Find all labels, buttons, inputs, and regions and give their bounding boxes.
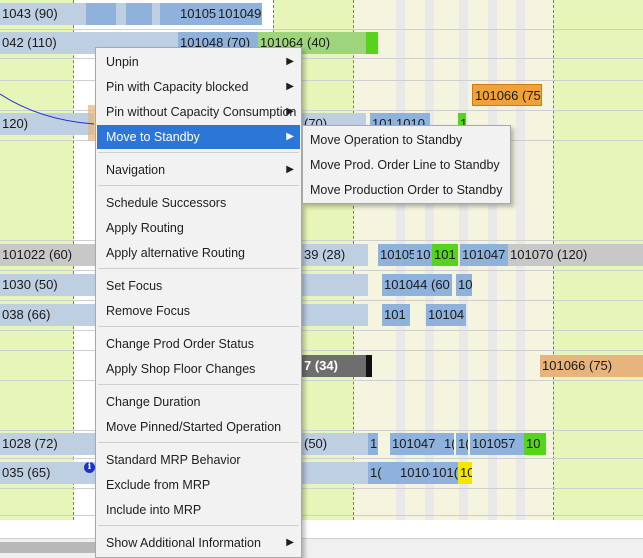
operation-bar[interactable] (152, 3, 160, 25)
dependency-link (0, 93, 95, 125)
operation-bar[interactable]: 035 (65) (0, 462, 96, 484)
operation-bar[interactable]: 101044 (60 (382, 274, 452, 296)
operation-bar[interactable] (302, 304, 368, 326)
menu-separator (98, 185, 299, 186)
menu-separator (98, 384, 299, 385)
operation-bar[interactable]: 1043 (90) (0, 3, 86, 25)
operation-bar[interactable]: 1( (368, 433, 378, 455)
menu-item-change-duration[interactable]: Change Duration (97, 390, 300, 414)
operation-bar[interactable]: 101022 (60) (0, 244, 96, 266)
operation-bar[interactable]: 101( (430, 462, 458, 484)
menu-item-remove-focus[interactable]: Remove Focus (97, 299, 300, 323)
menu-separator (98, 326, 299, 327)
menu-item-exclude-mrp[interactable]: Exclude from MRP (97, 473, 300, 497)
operation-bar[interactable]: 1( (456, 433, 468, 455)
operation-bar[interactable]: 101066 (75) (540, 355, 643, 377)
menu-item-label: Show Additional Information (106, 536, 261, 550)
standby-submenu: Move Operation to Standby Move Prod. Ord… (302, 125, 511, 204)
menu-item-navigation[interactable]: Navigation ▶ (97, 158, 300, 182)
operation-bar[interactable]: 101047 (390, 433, 442, 455)
operation-bar[interactable]: 10 (458, 462, 472, 484)
menu-separator (98, 152, 299, 153)
menu-item-label: Pin without Capacity Consumption (106, 105, 297, 119)
operation-bar[interactable]: 10 (414, 244, 432, 266)
operation-bar[interactable]: 101057 (470, 433, 524, 455)
context-menu: Unpin ▶ Pin with Capacity blocked ▶ Pin wi… (95, 47, 302, 558)
operation-bar[interactable]: 10104 (398, 462, 430, 484)
operation-bar[interactable]: 39 (28) (302, 244, 368, 266)
menu-item-apply-alternative-routing[interactable]: Apply alternative Routing (97, 241, 300, 265)
chevron-right-icon: ▶ (286, 164, 294, 175)
chevron-right-icon: ▶ (286, 537, 294, 548)
chevron-right-icon: ▶ (286, 106, 294, 117)
operation-bar[interactable] (160, 3, 178, 25)
menu-item-move-pinned-started[interactable]: Move Pinned/Started Operation (97, 415, 300, 439)
menu-item-standard-mrp[interactable]: Standard MRP Behavior (97, 448, 300, 472)
menu-separator (98, 268, 299, 269)
operation-bar[interactable] (302, 274, 368, 296)
operation-bar[interactable]: 1( (368, 462, 398, 484)
submenu-item-move-prod-order-line[interactable]: Move Prod. Order Line to Standby (304, 153, 509, 177)
operation-bar[interactable] (86, 3, 116, 25)
menu-item-label: Navigation (106, 163, 166, 177)
operation-bar[interactable] (302, 462, 368, 484)
operation-bar[interactable]: 10105 (378, 244, 414, 266)
info-icon[interactable]: i (84, 462, 95, 473)
operation-bar[interactable]: 101070 (120) (508, 244, 643, 266)
operation-bar[interactable]: 038 (66) (0, 304, 96, 326)
operation-bar[interactable]: 1( (442, 433, 454, 455)
menu-item-apply-shop-floor-changes[interactable]: Apply Shop Floor Changes (97, 357, 300, 381)
menu-item-label: Move to Standby (106, 130, 200, 144)
operation-bar[interactable]: 1030 (50) (0, 274, 96, 296)
chevron-right-icon: ▶ (286, 56, 294, 67)
operation-bar[interactable]: 1028 (72) (0, 433, 96, 455)
operation-bar[interactable]: 101066 (75 (472, 84, 542, 106)
operation-bar[interactable] (366, 32, 378, 54)
menu-item-include-mrp[interactable]: Include into MRP (97, 498, 300, 522)
operation-bar[interactable]: 10 (456, 274, 472, 296)
menu-item-pin-without-capacity[interactable]: Pin without Capacity Consumption ▶ (97, 100, 300, 124)
menu-item-label: Unpin (106, 55, 139, 69)
operation-bar-marker (366, 355, 372, 377)
operation-bar[interactable]: 7 (34) (302, 355, 368, 377)
operation-bar[interactable]: 10104 (426, 304, 466, 326)
menu-item-move-to-standby[interactable]: Move to Standby ▶ (97, 125, 300, 149)
operation-bar[interactable]: 101047 (460, 244, 508, 266)
menu-separator (98, 442, 299, 443)
menu-item-schedule-successors[interactable]: Schedule Successors (97, 191, 300, 215)
operation-bar[interactable] (126, 3, 152, 25)
menu-item-label: Pin with Capacity blocked (106, 80, 249, 94)
menu-separator (98, 525, 299, 526)
menu-item-change-prod-order-status[interactable]: Change Prod Order Status (97, 332, 300, 356)
menu-item-apply-routing[interactable]: Apply Routing (97, 216, 300, 240)
operation-bar[interactable]: 10 (524, 433, 546, 455)
menu-item-set-focus[interactable]: Set Focus (97, 274, 300, 298)
menu-item-show-additional-info[interactable]: Show Additional Information ▶ (97, 531, 300, 555)
menu-item-pin-capacity-blocked[interactable]: Pin with Capacity blocked ▶ (97, 75, 300, 99)
operation-bar[interactable]: 101 (382, 304, 410, 326)
row-divider (0, 29, 643, 30)
menu-item-unpin[interactable]: Unpin ▶ (97, 50, 300, 74)
chevron-right-icon: ▶ (286, 131, 294, 142)
submenu-item-move-operation[interactable]: Move Operation to Standby (304, 128, 509, 152)
operation-bar[interactable] (116, 3, 126, 25)
scrollbar-thumb[interactable] (0, 542, 95, 553)
submenu-item-move-production-order[interactable]: Move Production Order to Standby (304, 178, 509, 202)
chevron-right-icon: ▶ (286, 81, 294, 92)
operation-bar[interactable]: 101051 (178, 3, 216, 25)
operation-bar[interactable]: 101 (432, 244, 458, 266)
operation-bar[interactable]: 101049 (216, 3, 262, 25)
operation-bar[interactable]: (50) (302, 433, 368, 455)
